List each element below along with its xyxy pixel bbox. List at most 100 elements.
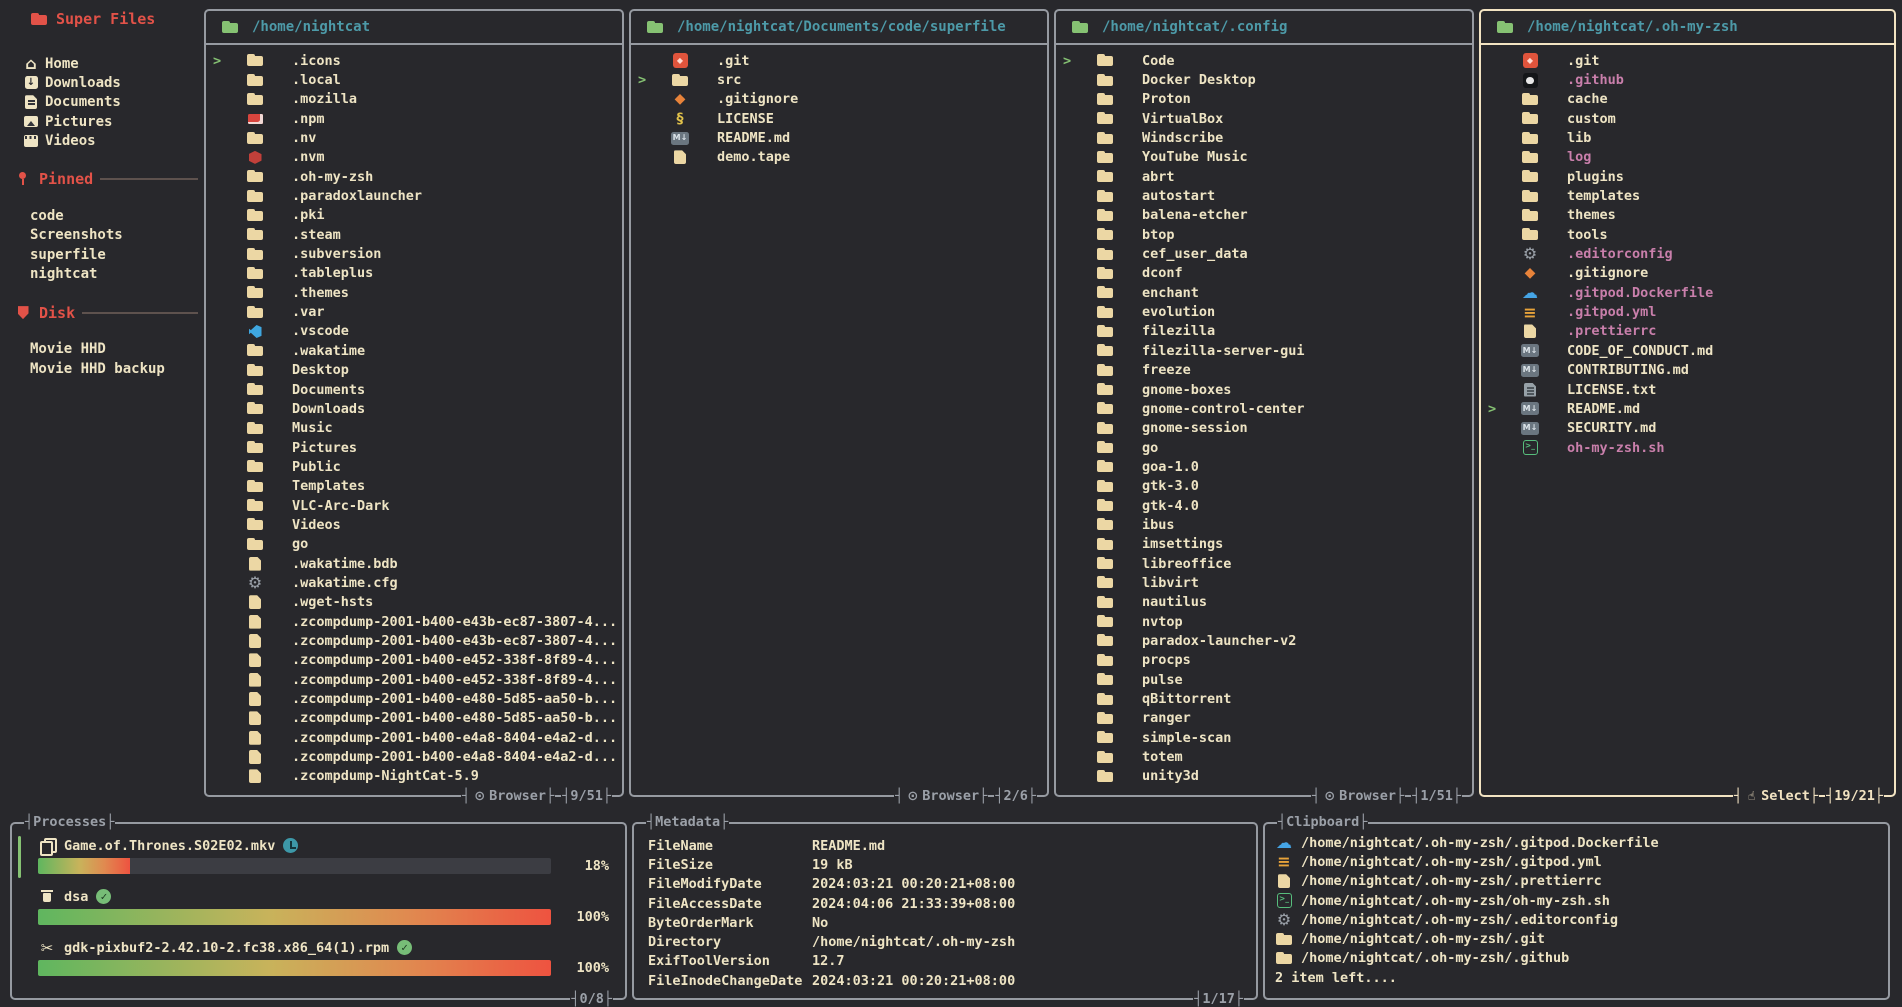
file-row[interactable]: Documents bbox=[206, 380, 622, 399]
file-row[interactable]: .pki bbox=[206, 206, 622, 225]
file-row[interactable]: .nvm bbox=[206, 148, 622, 167]
file-row[interactable]: .var bbox=[206, 302, 622, 321]
file-row[interactable]: .zcompdump-NightCat-5.9 bbox=[206, 767, 622, 786]
file-row[interactable]: CONTRIBUTING.md bbox=[1481, 361, 1894, 380]
file-row[interactable]: Videos bbox=[206, 515, 622, 534]
file-row[interactable]: .prettierrc bbox=[1481, 322, 1894, 341]
file-row[interactable]: .zcompdump-2001-b400-e4a8-8404-e4a2-d... bbox=[206, 728, 622, 747]
file-row[interactable]: simple-scan bbox=[1056, 728, 1472, 747]
file-row[interactable]: ranger bbox=[1056, 709, 1472, 728]
file-row[interactable]: >README.md bbox=[1481, 399, 1894, 418]
file-row[interactable]: log bbox=[1481, 148, 1894, 167]
sidebar-item-videos[interactable]: Videos bbox=[12, 131, 198, 150]
file-row[interactable]: .tableplus bbox=[206, 264, 622, 283]
file-row[interactable]: qBittorrent bbox=[1056, 689, 1472, 708]
file-row[interactable]: .gitignore bbox=[631, 90, 1047, 109]
file-row[interactable]: enchant bbox=[1056, 283, 1472, 302]
file-row[interactable]: .zcompdump-2001-b400-e452-338f-8f89-4... bbox=[206, 670, 622, 689]
file-row[interactable]: imsettings bbox=[1056, 535, 1472, 554]
file-row[interactable]: libvirt bbox=[1056, 573, 1472, 592]
file-row[interactable]: goa-1.0 bbox=[1056, 457, 1472, 476]
file-row[interactable]: .npm bbox=[206, 109, 622, 128]
file-row[interactable]: lib bbox=[1481, 128, 1894, 147]
file-row[interactable]: .themes bbox=[206, 283, 622, 302]
file-row[interactable]: themes bbox=[1481, 206, 1894, 225]
file-row[interactable]: CODE_OF_CONDUCT.md bbox=[1481, 341, 1894, 360]
process-item[interactable]: gdk-pixbuf2-2.42.10-2.fc38.x86_64(1).rpm… bbox=[38, 938, 609, 976]
file-row[interactable]: .zcompdump-2001-b400-e480-5d85-aa50-b... bbox=[206, 709, 622, 728]
file-row[interactable]: Windscribe bbox=[1056, 128, 1472, 147]
file-row[interactable]: cef_user_data bbox=[1056, 244, 1472, 263]
file-row[interactable]: Pictures bbox=[206, 438, 622, 457]
file-row[interactable]: Docker Desktop bbox=[1056, 70, 1472, 89]
file-row[interactable]: .wakatime.cfg bbox=[206, 573, 622, 592]
file-row[interactable]: btop bbox=[1056, 225, 1472, 244]
file-row[interactable]: ibus bbox=[1056, 515, 1472, 534]
file-row[interactable]: freeze bbox=[1056, 361, 1472, 380]
file-row[interactable]: gnome-boxes bbox=[1056, 380, 1472, 399]
file-row[interactable]: >Code bbox=[1056, 51, 1472, 70]
file-row[interactable]: abrt bbox=[1056, 167, 1472, 186]
file-row[interactable]: README.md bbox=[631, 128, 1047, 147]
file-row[interactable]: filezilla bbox=[1056, 322, 1472, 341]
file-row[interactable]: .wakatime.bdb bbox=[206, 554, 622, 573]
file-row[interactable]: .local bbox=[206, 70, 622, 89]
file-row[interactable]: go bbox=[206, 535, 622, 554]
process-item[interactable]: dsa100% bbox=[38, 887, 609, 925]
file-row[interactable]: .wakatime bbox=[206, 341, 622, 360]
file-row[interactable]: custom bbox=[1481, 109, 1894, 128]
file-row[interactable]: .git bbox=[631, 51, 1047, 70]
sidebar-item-pictures[interactable]: Pictures bbox=[12, 112, 198, 131]
file-row[interactable]: pulse bbox=[1056, 670, 1472, 689]
file-row[interactable]: .paradoxlauncher bbox=[206, 186, 622, 205]
file-row[interactable]: templates bbox=[1481, 186, 1894, 205]
file-row[interactable]: Music bbox=[206, 419, 622, 438]
file-row[interactable]: demo.tape bbox=[631, 148, 1047, 167]
file-row[interactable]: nautilus bbox=[1056, 593, 1472, 612]
file-row[interactable]: Public bbox=[206, 457, 622, 476]
file-row[interactable]: .oh-my-zsh bbox=[206, 167, 622, 186]
file-row[interactable]: .nv bbox=[206, 128, 622, 147]
file-row[interactable]: balena-etcher bbox=[1056, 206, 1472, 225]
file-row[interactable]: .git bbox=[1481, 51, 1894, 70]
file-row[interactable]: .gitpod.Dockerfile bbox=[1481, 283, 1894, 302]
file-row[interactable]: gtk-3.0 bbox=[1056, 477, 1472, 496]
file-row[interactable]: dconf bbox=[1056, 264, 1472, 283]
file-row[interactable]: nvtop bbox=[1056, 612, 1472, 631]
file-row[interactable]: gtk-4.0 bbox=[1056, 496, 1472, 515]
file-row[interactable]: VLC-Arc-Dark bbox=[206, 496, 622, 515]
sidebar-item-downloads[interactable]: Downloads bbox=[12, 73, 198, 92]
file-row[interactable]: LICENSE.txt bbox=[1481, 380, 1894, 399]
file-row[interactable]: cache bbox=[1481, 90, 1894, 109]
file-row[interactable]: LICENSE bbox=[631, 109, 1047, 128]
sidebar-disk-item[interactable]: Movie HHD backup bbox=[12, 359, 198, 378]
file-row[interactable]: YouTube Music bbox=[1056, 148, 1472, 167]
process-item[interactable]: Game.of.Thrones.S02E02.mkv18% bbox=[38, 836, 609, 874]
sidebar-disk-item[interactable]: Movie HHD bbox=[12, 340, 198, 359]
file-row[interactable]: unity3d bbox=[1056, 767, 1472, 786]
file-row[interactable]: .editorconfig bbox=[1481, 244, 1894, 263]
file-row[interactable]: paradox-launcher-v2 bbox=[1056, 631, 1472, 650]
file-row[interactable]: filezilla-server-gui bbox=[1056, 341, 1472, 360]
file-row[interactable]: >.icons bbox=[206, 51, 622, 70]
file-row[interactable]: gnome-session bbox=[1056, 419, 1472, 438]
file-row[interactable]: go bbox=[1056, 438, 1472, 457]
file-row[interactable]: SECURITY.md bbox=[1481, 419, 1894, 438]
file-row[interactable]: Desktop bbox=[206, 361, 622, 380]
file-row[interactable]: Proton bbox=[1056, 90, 1472, 109]
file-row[interactable]: gnome-control-center bbox=[1056, 399, 1472, 418]
file-row[interactable]: .zcompdump-2001-b400-e4a8-8404-e4a2-d... bbox=[206, 747, 622, 766]
file-row[interactable]: .github bbox=[1481, 70, 1894, 89]
file-row[interactable]: totem bbox=[1056, 747, 1472, 766]
file-row[interactable]: oh-my-zsh.sh bbox=[1481, 438, 1894, 457]
file-row[interactable]: Templates bbox=[206, 477, 622, 496]
file-row[interactable]: tools bbox=[1481, 225, 1894, 244]
file-row[interactable]: Downloads bbox=[206, 399, 622, 418]
file-row[interactable]: .vscode bbox=[206, 322, 622, 341]
file-row[interactable]: autostart bbox=[1056, 186, 1472, 205]
sidebar-pinned-item[interactable]: superfile bbox=[12, 245, 198, 264]
file-row[interactable]: >src bbox=[631, 70, 1047, 89]
file-row[interactable]: .mozilla bbox=[206, 90, 622, 109]
file-row[interactable]: .gitpod.yml bbox=[1481, 302, 1894, 321]
file-row[interactable]: procps bbox=[1056, 651, 1472, 670]
